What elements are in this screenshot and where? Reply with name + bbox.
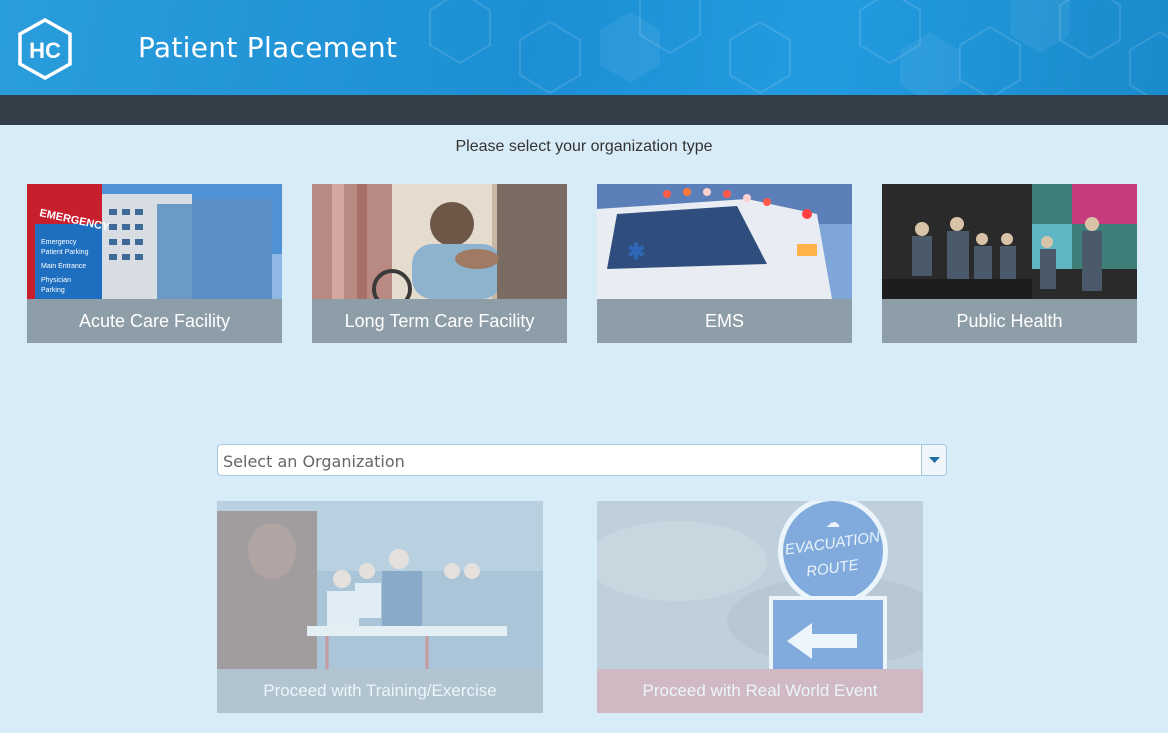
proceed-training-button[interactable]: Proceed with Training/Exercise	[217, 501, 543, 713]
organization-select-placeholder: Select an Organization	[223, 452, 405, 471]
page-title: Patient Placement	[138, 31, 398, 64]
evacuation-sign-image: EVACUATION ROUTE ☁	[597, 501, 923, 669]
org-type-acute-care[interactable]: EMERGENCY Emergency Patient Parking Main…	[27, 184, 282, 343]
logo-text: HC	[29, 38, 61, 63]
caregiver-image	[312, 184, 567, 299]
hospital-image: EMERGENCY Emergency Patient Parking Main…	[27, 184, 282, 299]
org-type-prompt: Please select your organization type	[455, 138, 713, 155]
training-image	[217, 501, 543, 669]
command-center-image	[882, 184, 1137, 299]
svg-text:Physician: Physician	[41, 277, 71, 284]
proceed-real-world-label: Proceed with Real World Event	[597, 669, 923, 713]
proceed-real-world-button[interactable]: EVACUATION ROUTE ☁ Proceed with Real Wor…	[597, 501, 923, 713]
svg-text:☁: ☁	[826, 514, 840, 530]
svg-text:Emergency: Emergency	[41, 239, 77, 246]
header-subbar	[0, 95, 1168, 125]
card-label: Public Health	[882, 299, 1137, 343]
proceed-training-label: Proceed with Training/Exercise	[217, 669, 543, 713]
svg-text:Main Entrance: Main Entrance	[41, 263, 86, 270]
org-type-long-term-care[interactable]: Long Term Care Facility	[312, 184, 567, 343]
svg-text:Parking: Parking	[41, 287, 65, 294]
card-label: EMS	[597, 299, 852, 343]
app-header: HC Patient Placement	[0, 0, 1168, 95]
ambulance-image: ✱	[597, 184, 852, 299]
hc-logo: HC	[18, 17, 72, 81]
org-type-ems[interactable]: ✱ EMS	[597, 184, 852, 343]
svg-text:✱: ✱	[627, 239, 645, 264]
svg-text:Patient Parking: Patient Parking	[41, 249, 89, 256]
card-label: Long Term Care Facility	[312, 299, 567, 343]
chevron-down-icon[interactable]	[921, 445, 946, 475]
card-label: Acute Care Facility	[27, 299, 282, 343]
org-type-public-health[interactable]: Public Health	[882, 184, 1137, 343]
organization-select[interactable]: Select an Organization	[217, 444, 947, 476]
